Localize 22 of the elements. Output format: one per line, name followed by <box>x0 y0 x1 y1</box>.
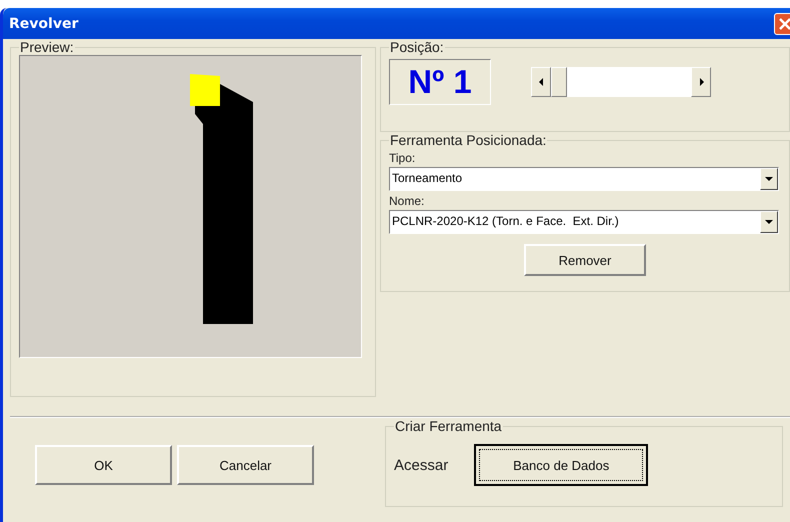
field-label: Nome: <box>389 194 426 208</box>
group-label: Posição: <box>389 39 445 55</box>
right-arrow-icon <box>698 78 704 86</box>
field-label: Tipo: <box>389 151 416 165</box>
position-scrollbar[interactable] <box>531 67 711 97</box>
close-button[interactable] <box>774 12 790 34</box>
left-arrow-icon <box>538 78 544 86</box>
group-label: Ferramenta Posicionada: <box>389 132 548 148</box>
database-button[interactable]: Banco de Dados <box>474 444 648 486</box>
group-label: Preview: <box>19 39 75 55</box>
window-title: Revolver <box>9 16 78 32</box>
type-dropdown[interactable]: Torneamento <box>389 167 779 191</box>
close-icon <box>778 16 790 30</box>
group-label: Criar Ferramenta <box>394 418 503 434</box>
access-label: Acessar <box>394 456 448 474</box>
name-dropdown[interactable]: PCLNR-2020-K12 (Torn. e Face. Ext. Dir.) <box>389 210 779 234</box>
cancel-button[interactable]: Cancelar <box>177 445 314 485</box>
dropdown-arrow-icon <box>765 177 773 181</box>
remove-button[interactable]: Remover <box>524 244 646 276</box>
position-number: Nº 1 <box>389 59 491 105</box>
dropdown-arrow-icon <box>765 220 773 224</box>
ok-button[interactable]: OK <box>35 445 172 485</box>
